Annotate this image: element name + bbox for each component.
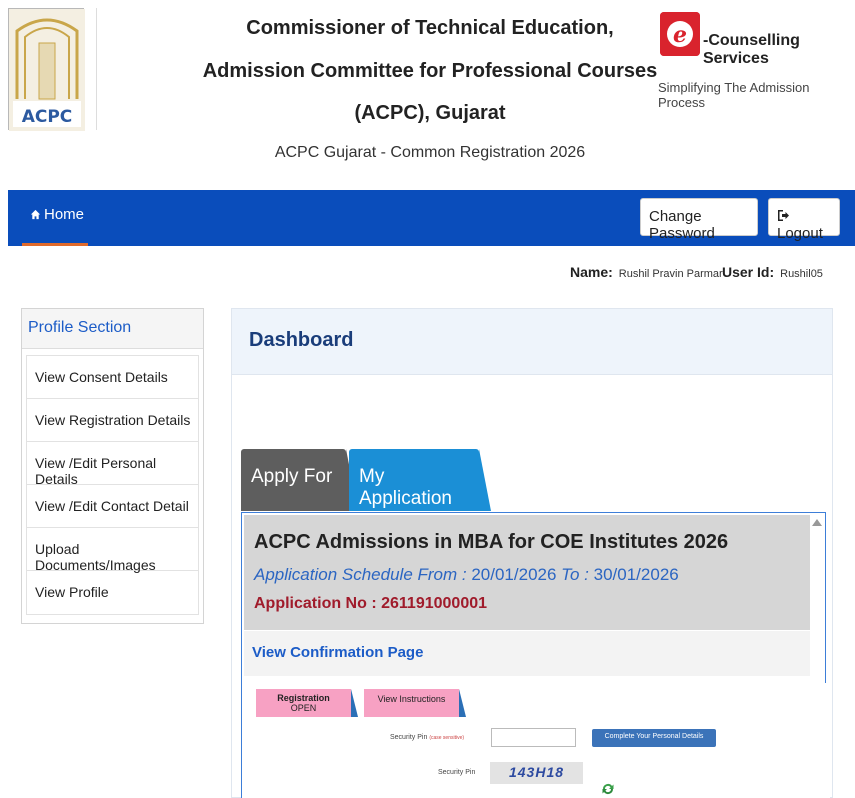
- application-number: Application No : 261191000001: [254, 595, 487, 613]
- sidebar-item-upload-documents[interactable]: Upload Documents/Images: [27, 528, 198, 573]
- schedule-to-date: 30/01/2026: [593, 565, 679, 584]
- logout-label: Logout: [777, 225, 823, 242]
- security-pin-input[interactable]: [491, 728, 576, 747]
- user-name-value: Rushil Pravin Parmar: [618, 268, 723, 280]
- scroll-up-arrow-icon[interactable]: [812, 519, 822, 526]
- sidebar-item-contact-detail[interactable]: View /Edit Contact Detail: [27, 485, 198, 528]
- schedule-prefix: Application Schedule From :: [254, 565, 467, 584]
- security-pin-note: (case sensitive): [429, 735, 465, 741]
- acpc-logo: ACPC: [8, 8, 85, 131]
- tab-registration-open[interactable]: Registration OPEN: [256, 689, 351, 717]
- sidebar-item-personal-details[interactable]: View /Edit Personal Details: [27, 442, 198, 487]
- nav-home-label: Home: [44, 206, 85, 223]
- view-confirmation-link[interactable]: View Confirmation Page: [252, 644, 423, 661]
- ecounselling-logo-icon: e: [660, 12, 700, 56]
- svg-text:e: e: [673, 22, 687, 48]
- ecounselling-label: -Counselling Services: [703, 32, 800, 67]
- header-title-line-2: Admission Committee for Professional Cou…: [202, 60, 658, 82]
- tab-view-instructions[interactable]: View Instructions: [364, 689, 459, 717]
- logout-button[interactable]: Logout: [768, 198, 840, 242]
- user-id-info: User Id: Rushil05: [722, 264, 823, 280]
- application-summary: ACPC Admissions in MBA for COE Institute…: [244, 515, 810, 630]
- nav-home[interactable]: Home: [22, 190, 90, 246]
- sidebar-item-consent-details[interactable]: View Consent Details: [27, 356, 198, 399]
- user-name-label: Name:: [570, 264, 613, 280]
- tab-instructions-edge: [459, 689, 466, 717]
- top-navbar: Home Change Password Logout: [8, 190, 855, 246]
- application-schedule: Application Schedule From : 20/01/2026 T…: [254, 565, 679, 585]
- ecounselling-tagline: Simplifying The Admission Process: [658, 80, 810, 110]
- registration-strip: Registration OPEN View Instructions Secu…: [250, 683, 830, 798]
- profile-sidebar: Profile Section View Consent Details Vie…: [21, 308, 204, 624]
- tab-apply-for[interactable]: Apply For: [241, 449, 346, 511]
- sidebar-item-view-profile[interactable]: View Profile: [27, 571, 198, 614]
- registration-tab-label: Registration: [277, 693, 330, 703]
- security-pin-label: Security Pin (case sensitive): [390, 734, 464, 741]
- schedule-to-label: To :: [561, 565, 589, 584]
- dashboard-title: Dashboard: [232, 309, 832, 375]
- header-subtitle: ACPC Gujarat - Common Registration 2026: [274, 144, 586, 161]
- home-icon: [30, 209, 41, 220]
- tab-my-application-edge: [479, 449, 491, 511]
- sidebar-title: Profile Section: [22, 309, 203, 349]
- user-id-label: User Id:: [722, 264, 775, 280]
- security-pin-label-text: Security Pin: [390, 734, 428, 741]
- logo-divider: [96, 8, 97, 130]
- application-number-value: 261191000001: [381, 595, 488, 612]
- tab-my-application[interactable]: My Application: [349, 449, 479, 511]
- complete-personal-details-button[interactable]: Complete Your Personal Details: [592, 729, 716, 747]
- application-number-label: Application No :: [254, 595, 377, 612]
- registration-status: OPEN: [290, 703, 317, 713]
- header-title-line-1: Commissioner of Technical Education,: [246, 17, 614, 39]
- page-header: ACPC Commissioner of Technical Education…: [0, 0, 855, 190]
- sidebar-item-registration-details[interactable]: View Registration Details: [27, 399, 198, 442]
- header-title-line-3: (ACPC), Gujarat: [354, 102, 506, 124]
- refresh-captcha-icon[interactable]: [600, 782, 616, 796]
- sidebar-list: View Consent Details View Registration D…: [26, 355, 199, 615]
- user-id-value: Rushil05: [780, 268, 823, 280]
- application-title: ACPC Admissions in MBA for COE Institute…: [254, 531, 729, 553]
- acpc-logo-text: ACPC: [22, 107, 73, 127]
- user-name-info: Name: Rushil Pravin Parmar: [570, 264, 723, 280]
- tab-registration-edge: [351, 689, 358, 717]
- nav-home-active-indicator: [22, 243, 88, 246]
- logout-icon: [778, 210, 789, 221]
- change-password-button[interactable]: Change Password: [640, 198, 758, 242]
- security-pin-label-2: Security Pin: [438, 769, 476, 776]
- captcha-image: 143H18: [490, 762, 583, 784]
- schedule-from-date: 20/01/2026: [471, 565, 557, 584]
